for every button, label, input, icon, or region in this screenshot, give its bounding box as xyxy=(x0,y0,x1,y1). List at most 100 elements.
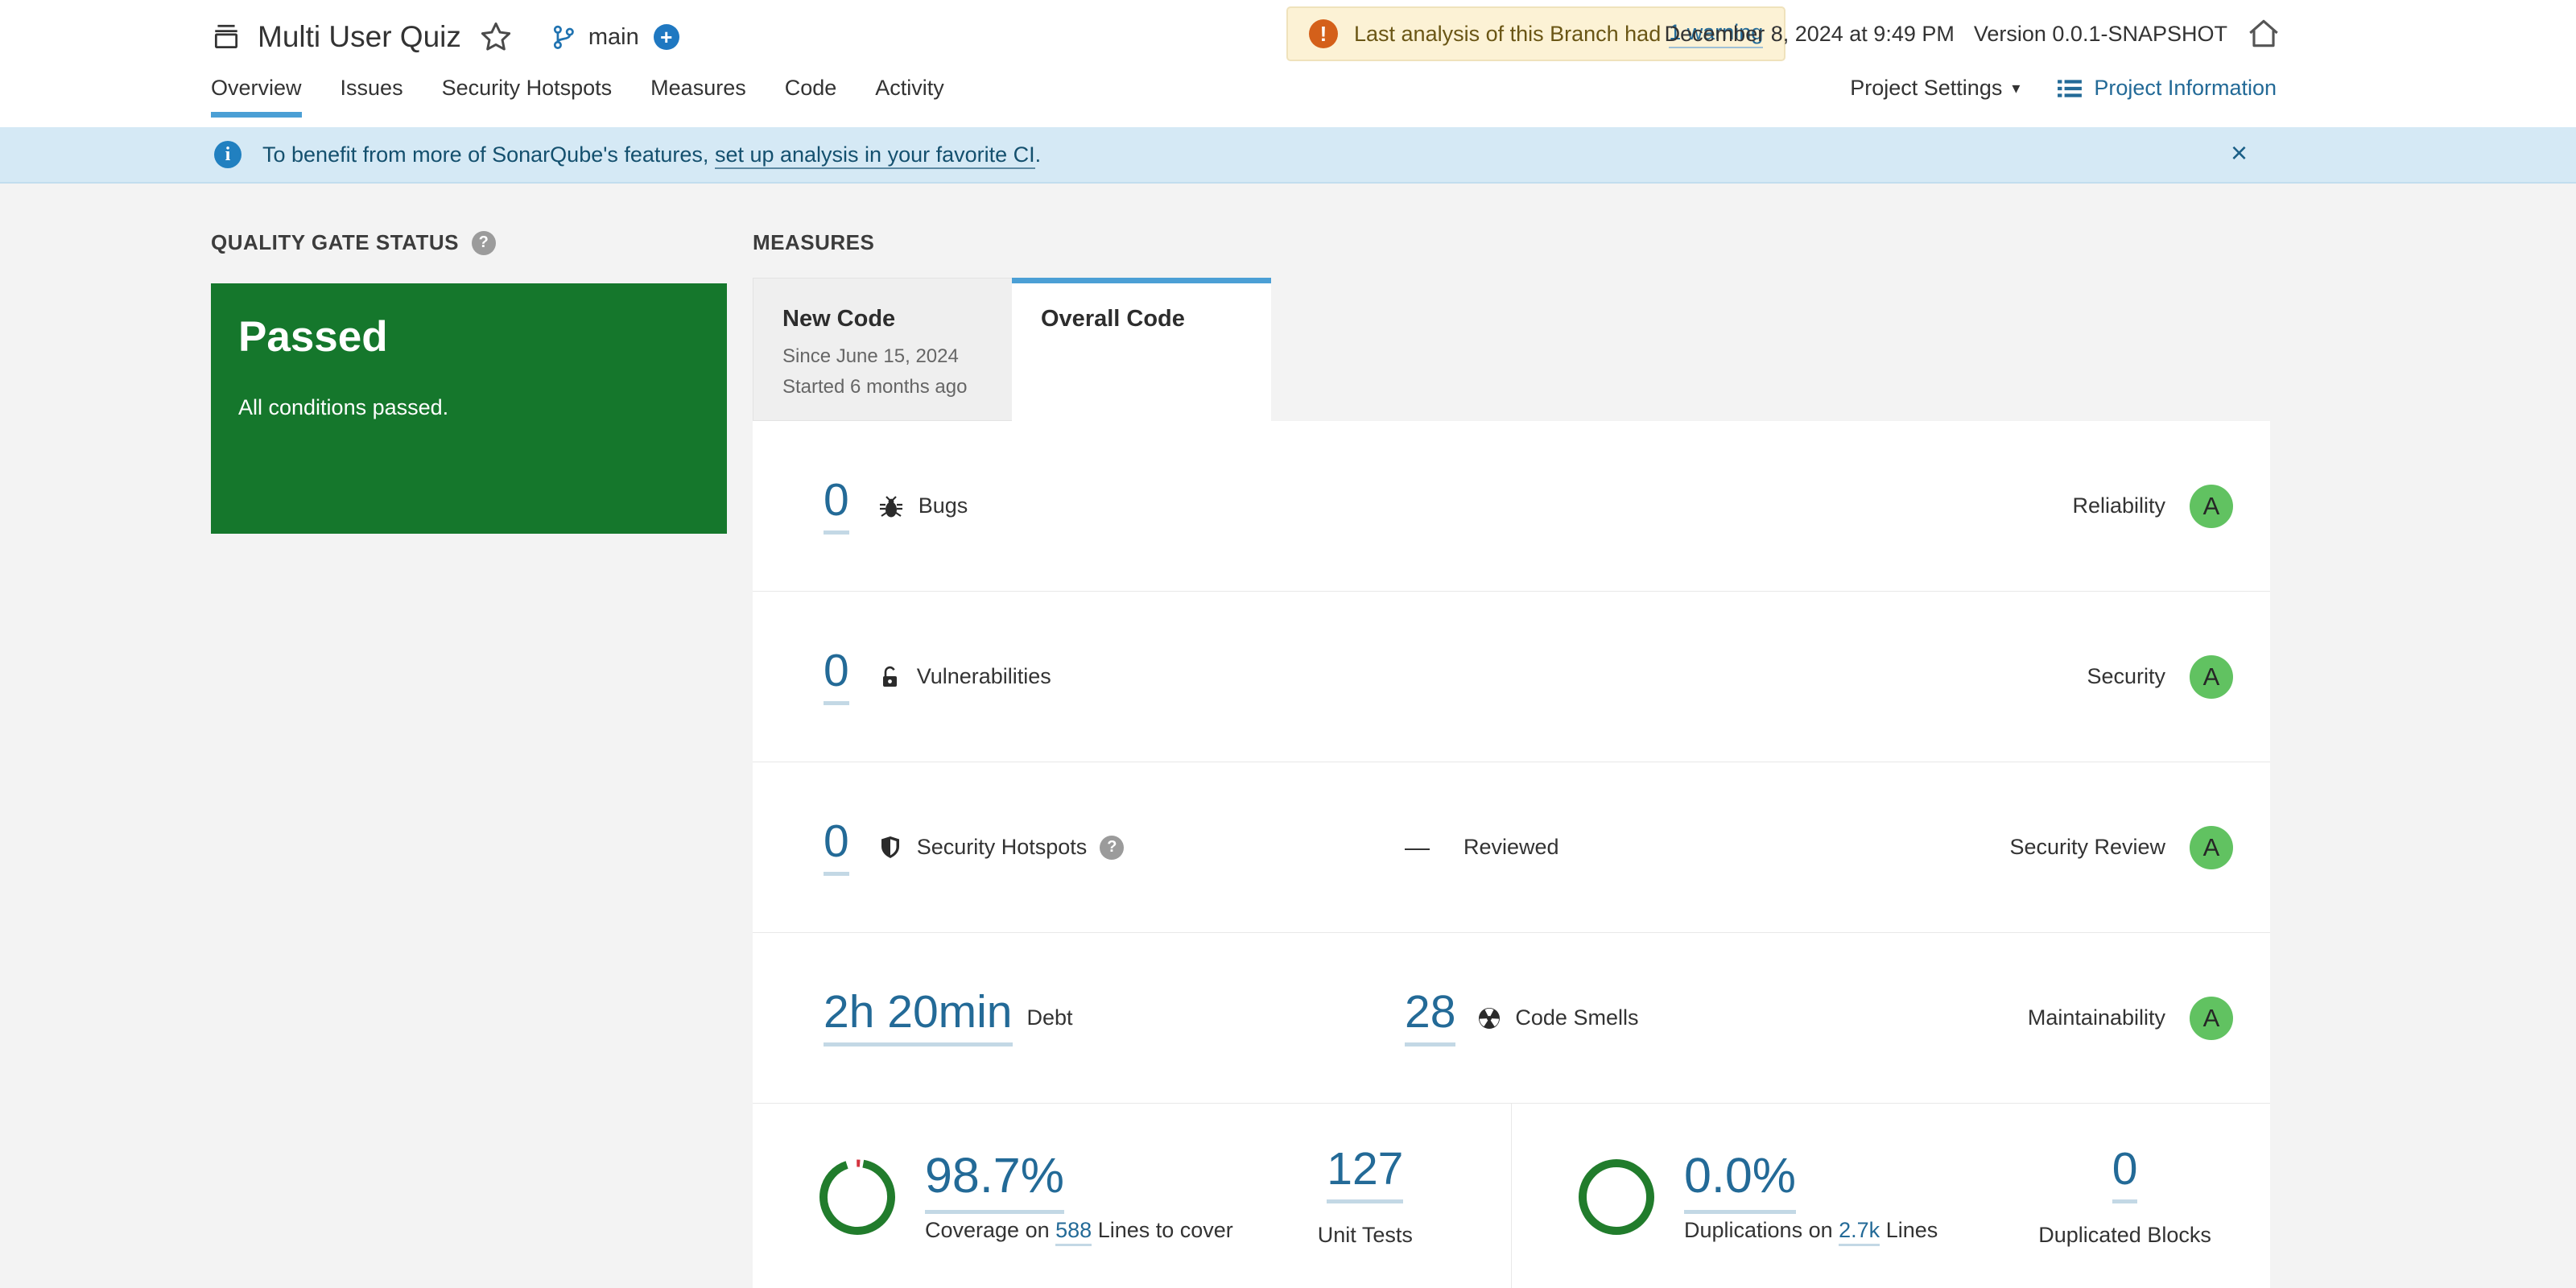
add-branch-button[interactable]: + xyxy=(653,24,679,50)
coverage-caption-after: Lines to cover xyxy=(1097,1218,1233,1242)
bug-icon xyxy=(878,493,904,519)
security-rating-badge: A xyxy=(2190,654,2233,699)
ci-info-suffix: . xyxy=(1034,142,1042,167)
security-review-rating-badge: A xyxy=(2190,825,2233,869)
quality-gate-description: All conditions passed. xyxy=(238,395,449,419)
info-icon: i xyxy=(214,141,242,168)
quality-gate-heading: QUALITY GATE STATUS ? xyxy=(211,230,497,255)
nav-right-actions: Project Settings ▾ Project Information xyxy=(1850,76,2277,101)
tab-new-code[interactable]: New Code Since June 15, 2024 Started 6 m… xyxy=(753,278,1012,421)
duplications-ring-icon xyxy=(1575,1155,1658,1239)
code-smells-icon xyxy=(1476,1005,1502,1031)
duplications-section: 0.0% Duplications on 2.7k Lines 0 Duplic… xyxy=(1512,1104,2270,1288)
branch-name: main xyxy=(588,23,639,50)
vulnerabilities-row: 0 Vulnerabilities Security A xyxy=(753,592,2270,762)
analysis-meta: December 8, 2024 at 9:49 PM Version 0.0.… xyxy=(1665,0,2282,68)
security-label: Security xyxy=(2087,664,2165,688)
page-header: Multi User Quiz main + ! Last analysis o… xyxy=(0,0,2576,127)
reviewed-group: — Reviewed xyxy=(1405,833,1559,862)
measures-heading: MEASURES xyxy=(753,230,874,255)
project-icon xyxy=(211,22,242,52)
new-code-since: Since June 15, 2024 xyxy=(782,345,959,367)
project-title-row: Multi User Quiz main + xyxy=(211,11,679,63)
favorite-star-icon[interactable] xyxy=(479,20,513,54)
unit-tests-metric: 127 Unit Tests xyxy=(1318,1146,1413,1248)
coverage-caption-before: Coverage on xyxy=(925,1218,1050,1242)
new-code-started: Started 6 months ago xyxy=(782,376,968,398)
duplications-caption: Duplications on 2.7k Lines xyxy=(1684,1218,1938,1246)
duplications-percent-link[interactable]: 0.0% xyxy=(1684,1148,1797,1214)
bugs-count-link[interactable]: 0 xyxy=(824,477,849,535)
page-title: Multi User Quiz xyxy=(258,20,461,53)
code-smells-count-link[interactable]: 28 xyxy=(1405,989,1456,1046)
duplicated-blocks-label: Duplicated Blocks xyxy=(2038,1223,2211,1247)
lines-to-cover-link[interactable]: 588 xyxy=(1055,1218,1092,1246)
vulnerabilities-count-link[interactable]: 0 xyxy=(824,648,849,705)
tab-overall-code[interactable]: Overall Code xyxy=(1012,278,1271,421)
ci-info-banner: i To benefit from more of SonarQube's fe… xyxy=(0,127,2576,184)
maintainability-label: Maintainability xyxy=(2027,1005,2165,1030)
measures-tabs: New Code Since June 15, 2024 Started 6 m… xyxy=(753,278,1271,421)
duplicated-lines-link[interactable]: 2.7k xyxy=(1839,1218,1880,1246)
overview-content: QUALITY GATE STATUS ? Passed All conditi… xyxy=(0,184,2576,1288)
duplicated-blocks-metric: 0 Duplicated Blocks xyxy=(2038,1146,2211,1248)
duplicated-blocks-count-link[interactable]: 0 xyxy=(2112,1146,2138,1203)
lock-open-icon xyxy=(878,664,902,690)
help-icon[interactable]: ? xyxy=(1100,835,1125,860)
warning-text: Last analysis of this Branch had xyxy=(1354,21,1662,46)
reliability-rating-badge: A xyxy=(2190,484,2233,528)
hotspots-count-link[interactable]: 0 xyxy=(824,819,849,876)
unit-tests-count-link[interactable]: 127 xyxy=(1327,1146,1404,1203)
home-icon[interactable] xyxy=(2245,15,2282,52)
quality-gate-card: Passed All conditions passed. xyxy=(211,283,727,534)
security-review-label: Security Review xyxy=(2009,835,2165,859)
close-icon[interactable]: × xyxy=(2231,138,2248,167)
debt-link[interactable]: 2h 20min xyxy=(824,989,1013,1046)
project-settings-dropdown[interactable]: Project Settings ▾ xyxy=(1850,76,2020,101)
quality-gate-heading-label: QUALITY GATE STATUS xyxy=(211,230,460,254)
duplications-caption-before: Duplications on xyxy=(1684,1218,1833,1242)
version-label: Version 0.0.1-SNAPSHOT xyxy=(1973,21,2227,46)
coverage-section: 98.7% Coverage on 588 Lines to cover 127… xyxy=(753,1104,1512,1288)
maintainability-rating-badge: A xyxy=(2190,996,2233,1040)
vulnerabilities-label: Vulnerabilities xyxy=(916,664,1051,688)
maintainability-row: 2h 20min Debt 28 Code Smells Maintainabi… xyxy=(753,933,2270,1104)
shield-icon xyxy=(878,835,902,861)
branch-selector[interactable]: main + xyxy=(550,23,679,51)
analysis-date: December 8, 2024 at 9:49 PM xyxy=(1664,21,1955,46)
code-smells-group: 28 Code Smells xyxy=(1405,989,1638,1046)
project-information-button[interactable]: Project Information xyxy=(2057,76,2277,101)
security-hotspots-label: Security Hotspots xyxy=(916,835,1088,859)
ci-info-text-main: To benefit from more of SonarQube's feat… xyxy=(262,142,709,167)
unit-tests-label: Unit Tests xyxy=(1317,1223,1413,1247)
reviewed-value: — xyxy=(1405,832,1430,861)
duplications-caption-after: Lines xyxy=(1885,1218,1938,1242)
project-information-label: Project Information xyxy=(2094,76,2277,100)
coverage-caption: Coverage on 588 Lines to cover xyxy=(925,1218,1233,1246)
security-group: Security A xyxy=(2087,654,2233,699)
ci-setup-link[interactable]: set up analysis in your favorite CI xyxy=(714,142,1035,169)
tab-code[interactable]: Code xyxy=(785,76,837,112)
tab-overall-code-label: Overall Code xyxy=(1041,306,1185,332)
branch-icon xyxy=(550,23,577,51)
tab-new-code-label: New Code xyxy=(782,306,896,332)
code-smells-label: Code Smells xyxy=(1515,1005,1639,1030)
coverage-percent-link[interactable]: 98.7% xyxy=(925,1148,1064,1214)
tab-security-hotspots[interactable]: Security Hotspots xyxy=(442,76,613,112)
reliability-group: Reliability A xyxy=(2072,484,2233,528)
tab-overview[interactable]: Overview xyxy=(211,76,302,118)
project-nav: Overview Issues Security Hotspots Measur… xyxy=(211,76,944,118)
coverage-ring-icon xyxy=(815,1155,899,1239)
ci-info-text: To benefit from more of SonarQube's feat… xyxy=(262,142,1042,169)
measures-panel: 0 Bugs Reliability A 0 Vulnerabilities S… xyxy=(753,421,2270,1288)
coverage-duplications-row: 98.7% Coverage on 588 Lines to cover 127… xyxy=(753,1104,2270,1288)
chevron-down-icon: ▾ xyxy=(2012,80,2021,97)
help-icon[interactable]: ? xyxy=(472,230,497,255)
reliability-label: Reliability xyxy=(2072,493,2165,518)
tab-activity[interactable]: Activity xyxy=(875,76,944,112)
tab-issues[interactable]: Issues xyxy=(341,76,403,112)
security-review-group: Security Review A xyxy=(2009,825,2233,869)
tab-measures[interactable]: Measures xyxy=(650,76,746,112)
reviewed-label: Reviewed xyxy=(1463,835,1559,859)
duplications-metric: 0.0% Duplications on 2.7k Lines xyxy=(1684,1148,1938,1246)
